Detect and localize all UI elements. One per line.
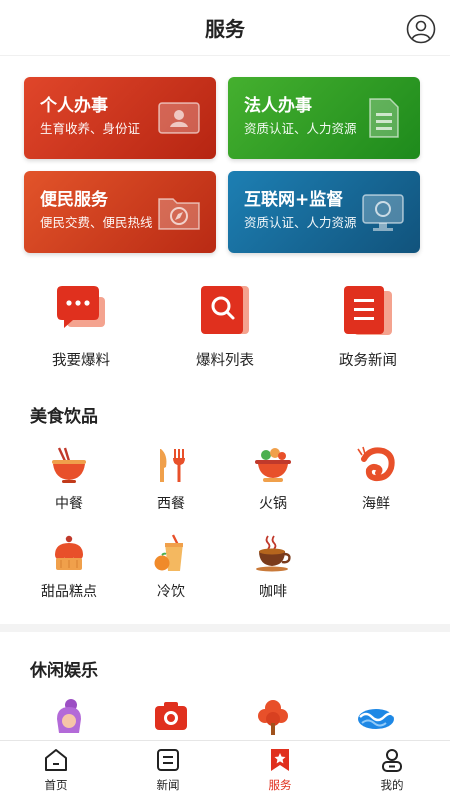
top-bar: 服务 — [0, 0, 450, 56]
quick-item-report-list[interactable]: 爆料列表 — [165, 283, 285, 370]
service-icon — [271, 749, 289, 771]
card-title: 法人办事 — [244, 96, 312, 116]
food-item-cold-drinks[interactable]: 冷饮 — [131, 533, 211, 601]
food-label: 甜品糕点 — [41, 584, 97, 600]
tab-label: 服务 — [268, 778, 292, 792]
food-item-hotpot[interactable]: 火锅 — [233, 445, 313, 513]
bottom-tab-bar: 首页 新闻 服务 我的 — [0, 740, 450, 800]
tab-label: 我的 — [380, 778, 404, 792]
card-subtitle: 资质认证、人力资源 — [244, 215, 357, 230]
food-item-western[interactable]: 西餐 — [131, 445, 211, 513]
knife-fork-icon — [160, 449, 185, 482]
tab-label: 新闻 — [156, 778, 180, 792]
id-card-icon — [158, 102, 200, 134]
card-personal-affairs[interactable]: 个人办事 生育收养、身份证 — [24, 77, 216, 159]
leisure-item-water[interactable] — [336, 697, 416, 737]
camera-icon — [155, 702, 187, 730]
food-label: 西餐 — [157, 496, 185, 512]
section-title-leisure: 休闲娱乐 — [30, 661, 98, 681]
search-list-icon — [201, 286, 249, 334]
food-item-desserts[interactable]: 甜品糕点 — [29, 533, 109, 601]
section-title-food: 美食饮品 — [30, 407, 98, 427]
cake-icon — [55, 535, 83, 570]
tab-profile[interactable]: 我的 — [352, 747, 432, 793]
leisure-item-photo[interactable] — [131, 697, 211, 737]
card-subtitle: 便民交费、便民热线 — [40, 215, 153, 230]
card-corporate-affairs[interactable]: 法人办事 资质认证、人力资源 — [228, 77, 420, 159]
profile-icon — [382, 749, 402, 772]
quick-item-gov-news[interactable]: 政务新闻 — [308, 283, 428, 370]
card-title: 个人办事 — [40, 96, 108, 116]
tab-services[interactable]: 服务 — [240, 747, 320, 793]
food-item-coffee[interactable]: 咖啡 — [233, 533, 313, 601]
folder-compass-icon — [158, 198, 200, 230]
section-divider — [0, 624, 450, 632]
page-title: 服务 — [205, 17, 245, 41]
food-label: 中餐 — [55, 496, 83, 512]
cold-drink-icon — [154, 534, 183, 571]
card-subtitle: 生育收养、身份证 — [40, 121, 141, 136]
hair-salon-icon — [57, 699, 81, 733]
home-icon — [45, 749, 67, 771]
card-internet-supervision[interactable]: 互联网+监督 资质认证、人力资源 — [228, 171, 420, 253]
water-wave-icon — [358, 709, 395, 729]
card-subtitle: 资质认证、人力资源 — [244, 121, 357, 136]
card-title: 便民服务 — [40, 190, 108, 210]
leisure-item-park[interactable] — [233, 697, 313, 737]
tab-label: 首页 — [44, 778, 68, 792]
quick-label: 政务新闻 — [339, 353, 397, 369]
quick-label: 我要爆料 — [52, 353, 110, 369]
monitor-icon — [362, 194, 404, 231]
user-account-button[interactable] — [406, 14, 436, 44]
quick-actions: 我要爆料 爆料列表 政务新闻 — [0, 283, 450, 373]
coffee-cup-icon — [256, 535, 291, 572]
hotpot-icon — [255, 448, 291, 482]
food-label: 咖啡 — [259, 584, 287, 600]
noodle-bowl-icon — [52, 447, 86, 483]
leisure-item-salon[interactable] — [29, 697, 109, 737]
chat-bubble-icon — [57, 286, 105, 328]
food-item-seafood[interactable]: 海鲜 — [336, 445, 416, 513]
user-avatar-icon — [406, 14, 436, 44]
quick-label: 爆料列表 — [196, 353, 254, 369]
food-label: 火锅 — [259, 496, 287, 512]
document-icon — [369, 98, 399, 138]
tab-home[interactable]: 首页 — [16, 747, 96, 793]
food-label: 海鲜 — [362, 496, 390, 512]
food-item-chinese[interactable]: 中餐 — [29, 445, 109, 513]
card-title: 互联网+监督 — [244, 190, 344, 210]
news-icon — [157, 749, 179, 771]
news-doc-icon — [344, 286, 392, 335]
tab-news[interactable]: 新闻 — [128, 747, 208, 793]
quick-item-report[interactable]: 我要爆料 — [21, 283, 141, 370]
shrimp-icon — [357, 446, 395, 482]
card-convenience-services[interactable]: 便民服务 便民交费、便民热线 — [24, 171, 216, 253]
tree-park-icon — [258, 700, 288, 735]
food-label: 冷饮 — [157, 584, 185, 600]
